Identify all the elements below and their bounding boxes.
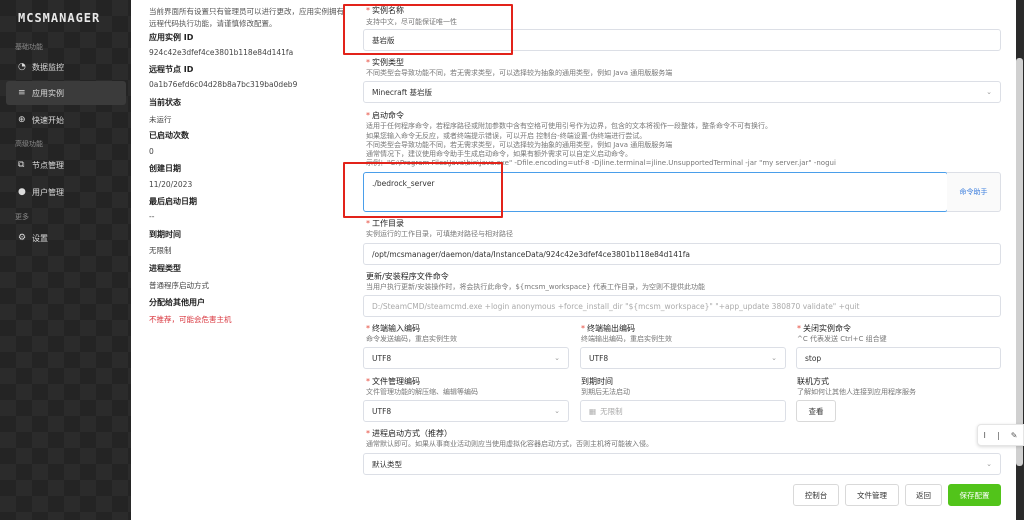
back-button[interactable]: 返回 — [905, 484, 942, 506]
select-value: UTF8 — [589, 353, 609, 363]
cluster-icon: ⧉ — [18, 160, 25, 170]
chevron-down-icon: ⌄ — [554, 407, 560, 415]
sidebar-item-instances[interactable]: ≡ 应用实例 — [6, 81, 126, 105]
user-icon: ● — [18, 187, 26, 197]
update-command-input[interactable]: D:/SteamCMD/steamcmd.exe +login anonymou… — [363, 295, 1001, 317]
sidebar-item-nodes[interactable]: ⧉ 节点管理 — [6, 153, 126, 177]
cwd-label: * 工作目录 — [366, 219, 404, 228]
field-label: 进程类型 — [149, 264, 181, 273]
file-encoding-label: * 文件管理编码 — [366, 377, 420, 386]
process-desc: 通常默认即可。如果从事商业活动则应当使用虚拟化容器启动方式，否则主机将可能被入侵… — [366, 440, 653, 448]
process-type-value: 普通程序启动方式 — [149, 281, 209, 290]
save-button[interactable]: 保存配置 — [948, 484, 1001, 506]
file-encoding-desc: 文件管理功能的解压缩、编辑等编码 — [366, 388, 478, 396]
separator: | — [996, 430, 1000, 440]
network-desc: 了解如何让其他人连接到应用程序服务 — [797, 388, 916, 396]
sidebar-item-label: 用户管理 — [32, 187, 64, 197]
chevron-down-icon: ⌄ — [554, 354, 560, 362]
file-manager-button[interactable]: 文件管理 — [845, 484, 899, 506]
highlight-box — [343, 162, 503, 218]
cwd-desc: 实例运行的工作目录，可填绝对路径与相对路径 — [366, 230, 513, 238]
select-value: 默认类型 — [372, 459, 402, 469]
field-label: 到期时间 — [149, 230, 181, 239]
field-label: 应用实例 ID — [149, 33, 194, 42]
field-label: 当前状态 — [149, 98, 181, 107]
process-label: * 进程启动方式（推荐） — [366, 429, 452, 438]
output-encoding-select[interactable]: UTF8 ⌄ — [580, 347, 786, 369]
update-desc: 当用户执行更新/安装操作时，将会执行此命令，${mcsm_workspace} … — [366, 283, 706, 291]
output-encoding-desc: 终端输出编码，重启实例生效 — [581, 335, 672, 343]
scrollbar[interactable] — [1016, 58, 1023, 466]
select-value: Minecraft 基岩版 — [372, 87, 433, 97]
expire-desc: 到期后无法启动 — [581, 388, 630, 396]
sidebar-item-label: 设置 — [32, 233, 48, 243]
created-date: 11/20/2023 — [149, 180, 193, 189]
select-value: UTF8 — [372, 353, 392, 363]
sidebar-item-label: 快速开始 — [32, 115, 64, 125]
console-button[interactable]: 控制台 — [793, 484, 839, 506]
sidebar-item-label: 节点管理 — [32, 160, 64, 170]
update-label: 更新/安装程序文件命令 — [366, 272, 449, 281]
field-label: 最后启动日期 — [149, 197, 197, 206]
type-label: * 实例类型 — [366, 58, 404, 67]
assign-warning: 不推荐，可能会危害主机 — [149, 315, 232, 324]
plus-circle-icon: ⊕ — [18, 115, 26, 125]
expire-date-input[interactable]: ▦ 无限制 — [580, 400, 786, 422]
pen-icon[interactable]: ✎ — [1011, 431, 1018, 440]
start-label: * 启动命令 — [366, 111, 404, 120]
view-network-button[interactable]: 查看 — [796, 400, 836, 422]
nav-group-basic: 基础功能 — [15, 43, 43, 51]
nav-group-advanced: 高级功能 — [15, 140, 43, 148]
select-value: UTF8 — [372, 406, 392, 416]
start-desc-1: 适用于任何程序命令，若程序路径或附加参数中含有空格可使用引号作为边界，包含的文本… — [366, 122, 772, 130]
field-label: 远程节点 ID — [149, 65, 194, 74]
node-id: 0a1b76efd6c04d28b8a7bc319ba0deb9 — [149, 80, 298, 89]
calendar-icon: ▦ — [589, 406, 597, 416]
instance-id: 924c42e3dfef4ce3801b118e84d141fa — [149, 48, 294, 57]
chevron-down-icon: ⌄ — [771, 354, 777, 362]
output-encoding-label: * 终端输出编码 — [581, 324, 635, 333]
expire-label: 到期时间 — [581, 377, 613, 386]
network-label: 联机方式 — [797, 377, 829, 386]
dashboard-icon: ◔ — [18, 62, 26, 72]
nav-group-more: 更多 — [15, 213, 29, 221]
status-value: 未运行 — [149, 115, 172, 124]
input-encoding-select[interactable]: UTF8 ⌄ — [363, 347, 569, 369]
input-encoding-desc: 命令发送编码，重启实例生效 — [366, 335, 457, 343]
field-label: 创建日期 — [149, 164, 181, 173]
start-count: 0 — [149, 147, 154, 156]
highlight-box — [343, 4, 513, 55]
admin-note: 当前界面所有设置只有管理员可以进行更改，应用实例拥有远程代码执行功能，请谨慎修改… — [149, 7, 344, 28]
gear-icon: ⚙ — [18, 233, 27, 243]
working-dir-input[interactable]: /opt/mcsmanager/daemon/data/InstanceData… — [363, 243, 1001, 265]
stop-command-input[interactable]: stop — [796, 347, 1001, 369]
chevron-down-icon: ⌄ — [986, 460, 992, 468]
sidebar-item-quickstart[interactable]: ⊕ 快速开始 — [6, 108, 126, 132]
sidebar-item-users[interactable]: ● 用户管理 — [6, 180, 126, 204]
sidebar-item-settings[interactable]: ⚙ 设置 — [6, 226, 126, 250]
command-helper-button[interactable]: 命令助手 — [947, 172, 1001, 212]
sidebar-item-dashboard[interactable]: ◔ 数据监控 — [6, 55, 126, 79]
field-label: 分配给其他用户 — [149, 298, 205, 307]
expire-value: 无限制 — [149, 246, 172, 255]
chevron-down-icon: ⌄ — [986, 88, 992, 96]
last-start-date: -- — [149, 212, 155, 221]
stop-command-label: * 关闭实例命令 — [797, 324, 851, 333]
field-label: 已启动次数 — [149, 131, 189, 140]
cursor-icon: I — [983, 430, 986, 440]
process-mode-select[interactable]: 默认类型 ⌄ — [363, 453, 1001, 475]
type-desc: 不同类型会导致功能不同，若无需求类型，可以选择较为抽象的通用类型，例如 Java… — [366, 69, 673, 77]
database-icon: ≡ — [18, 88, 26, 98]
sidebar-item-label: 应用实例 — [32, 88, 64, 98]
stop-command-desc: ^C 代表发送 Ctrl+C 组合键 — [797, 335, 887, 343]
expire-placeholder: 无限制 — [600, 406, 623, 416]
app-logo: MCSMANAGER — [18, 11, 101, 25]
instance-type-select[interactable]: Minecraft 基岩版 ⌄ — [363, 81, 1001, 103]
file-encoding-select[interactable]: UTF8 ⌄ — [363, 400, 569, 422]
floating-toolbar[interactable]: I | ✎ — [977, 424, 1024, 446]
sidebar-item-label: 数据监控 — [32, 62, 64, 72]
input-encoding-label: * 终端输入编码 — [366, 324, 420, 333]
